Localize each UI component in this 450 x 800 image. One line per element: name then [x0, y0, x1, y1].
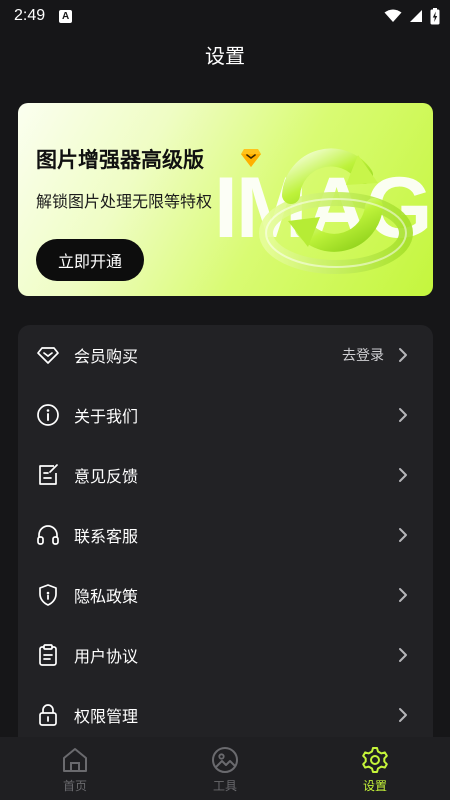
shield-icon	[39, 584, 57, 606]
lock-icon	[39, 704, 57, 726]
premium-banner[interactable]: IMAGE 图片增强器高级版 解锁图片处理无限等特权 立即开通	[18, 103, 433, 296]
wifi-icon	[384, 9, 402, 22]
tab-home[interactable]: 首页	[0, 737, 150, 800]
chevron-right-icon	[399, 408, 407, 422]
chevron-right-icon	[399, 648, 407, 662]
notification-a-icon: A	[59, 9, 73, 23]
menu-item-about-us[interactable]: 关于我们	[18, 385, 433, 445]
edit-note-icon	[39, 464, 58, 485]
chevron-right-icon	[399, 468, 407, 482]
menu-item-label: 关于我们	[74, 407, 139, 426]
menu-item-permissions[interactable]: 权限管理	[18, 685, 433, 745]
bottom-tab-bar: 首页 工具 设置	[0, 737, 450, 800]
headset-icon	[37, 525, 59, 545]
battery-icon	[430, 7, 440, 24]
clipboard-icon	[39, 644, 57, 666]
gear-icon	[362, 747, 388, 773]
status-bar: 2:49 A	[0, 0, 450, 32]
banner-subtitle: 解锁图片处理无限等特权	[36, 192, 213, 211]
settings-menu: 会员购买 去登录 关于我们 意见反馈 联系客服 隐私政策 用户协议 权限管理	[18, 325, 433, 755]
menu-item-customer-service[interactable]: 联系客服	[18, 505, 433, 565]
menu-item-label: 权限管理	[74, 707, 139, 726]
tab-tools[interactable]: 工具	[150, 737, 300, 800]
tab-label: 设置	[362, 779, 387, 793]
chevron-right-icon	[399, 528, 407, 542]
status-time: 2:49	[14, 7, 46, 24]
page-title: 设置	[205, 44, 245, 68]
tab-label: 首页	[62, 779, 87, 793]
tab-label: 工具	[212, 779, 237, 793]
home-icon	[63, 748, 87, 772]
menu-item-label: 隐私政策	[74, 587, 139, 606]
menu-item-label: 意见反馈	[74, 467, 139, 486]
menu-item-label: 联系客服	[74, 527, 139, 546]
chevron-right-icon	[399, 588, 407, 602]
refresh-ring-icon	[259, 148, 413, 274]
login-link[interactable]: 去登录	[342, 345, 384, 365]
menu-item-privacy-policy[interactable]: 隐私政策	[18, 565, 433, 625]
tab-settings[interactable]: 设置	[300, 737, 450, 800]
menu-item-label: 会员购买	[74, 347, 139, 366]
chevron-right-icon	[399, 348, 407, 362]
menu-item-user-agreement[interactable]: 用户协议	[18, 625, 433, 685]
menu-item-membership[interactable]: 会员购买 去登录	[18, 325, 433, 385]
activate-now-button[interactable]: 立即开通	[36, 239, 144, 281]
vip-diamond-icon	[241, 149, 261, 167]
image-icon	[212, 747, 238, 773]
banner-title: 图片增强器高级版	[36, 148, 204, 172]
info-icon	[37, 404, 59, 426]
menu-item-feedback[interactable]: 意见反馈	[18, 445, 433, 505]
diamond-icon	[37, 347, 59, 364]
menu-item-label: 用户协议	[74, 647, 139, 666]
signal-icon	[410, 10, 422, 22]
chevron-right-icon	[399, 708, 407, 722]
